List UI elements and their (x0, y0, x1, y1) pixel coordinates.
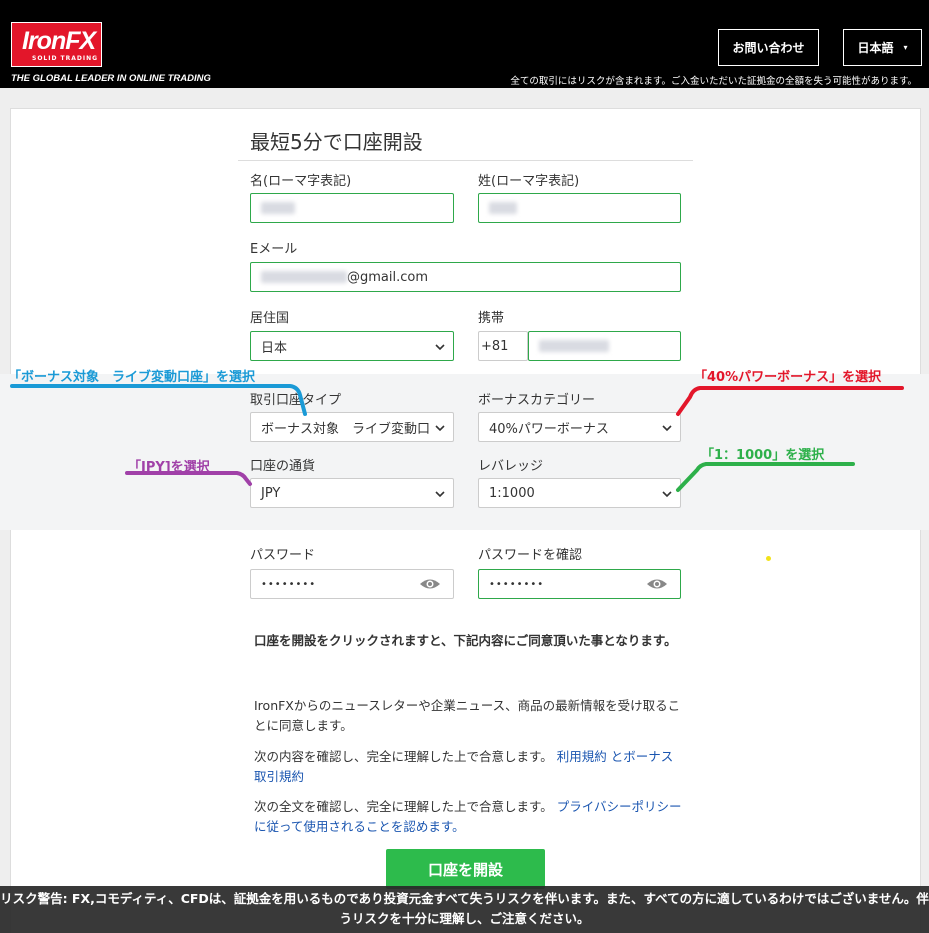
annotation-line-purple (125, 471, 252, 486)
annotation-line-blue (10, 384, 307, 416)
annotation-lines (10, 384, 904, 492)
annotation-line-red (676, 386, 904, 416)
risk-warning-bar: リスク警告: FX,コモディティ、CFDは、証拠金を用いるものであり投資元金すべ… (0, 886, 929, 933)
annotation-line-green (676, 462, 855, 492)
